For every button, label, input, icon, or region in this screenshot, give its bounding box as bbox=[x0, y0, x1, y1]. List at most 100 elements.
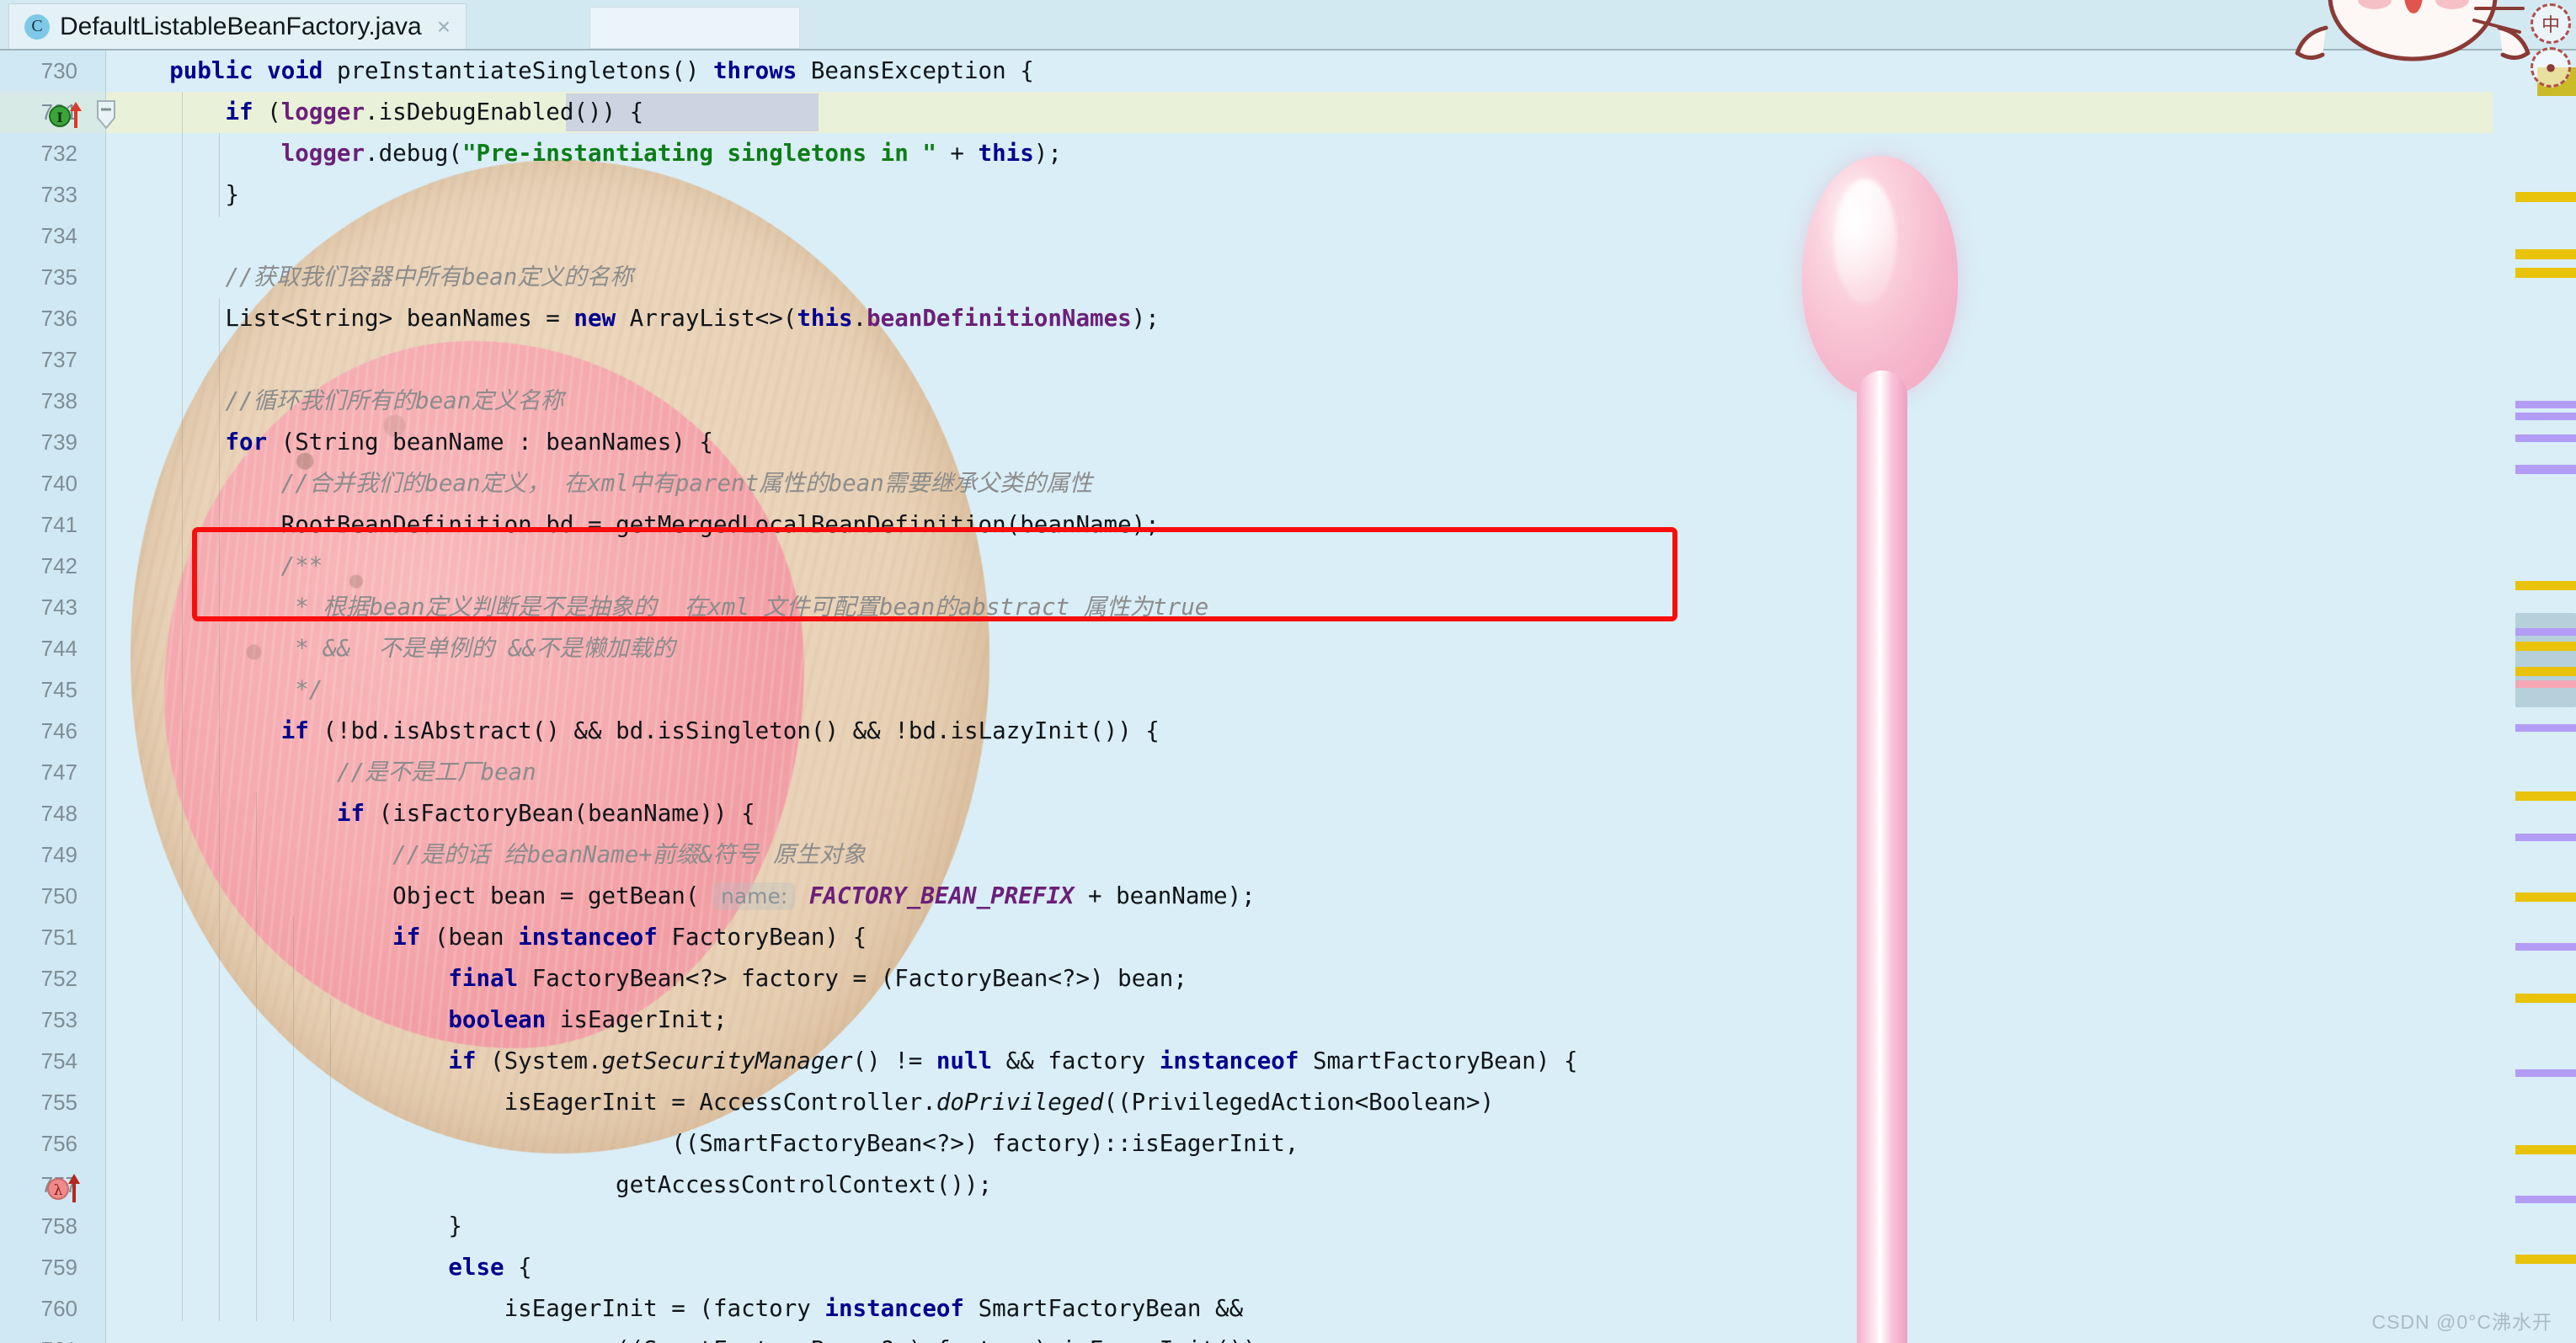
scrollbar-marker[interactable] bbox=[2515, 893, 2576, 902]
scrollbar-marker[interactable] bbox=[2515, 249, 2576, 259]
scrollbar-marker[interactable] bbox=[2515, 943, 2576, 951]
java-keyword: public bbox=[169, 57, 253, 84]
code-token: bd bbox=[546, 511, 574, 538]
code-line[interactable]: } bbox=[0, 1206, 2493, 1247]
code-line[interactable]: //是的话 给beanName+前缀&符号 原生对象 bbox=[0, 834, 2493, 876]
static-method: doPrivileged bbox=[936, 1089, 1104, 1116]
ime-mode-badge[interactable]: ● bbox=[2531, 47, 2571, 88]
code-line[interactable] bbox=[0, 339, 2493, 381]
scrollbar-marker[interactable] bbox=[2515, 434, 2576, 442]
code-token: AccessController bbox=[699, 1089, 923, 1116]
code-line[interactable]: } bbox=[0, 174, 2493, 216]
code-line[interactable]: for (String beanName : beanNames) { bbox=[0, 422, 2493, 463]
scrollbar-thumb[interactable] bbox=[2515, 613, 2576, 707]
code-fold-icon[interactable] bbox=[94, 99, 118, 131]
code-line[interactable]: final FactoryBean<?> factory = (FactoryB… bbox=[0, 958, 2493, 999]
code-line[interactable]: ((SmartFactoryBean<?>) factory).isEagerI… bbox=[0, 1330, 2493, 1343]
code-line[interactable]: List<String> beanNames = new ArrayList<>… bbox=[0, 298, 2493, 339]
code-token: FactoryBean bbox=[531, 965, 685, 992]
code-token: debug bbox=[378, 140, 449, 167]
scrollbar-marker[interactable] bbox=[2515, 791, 2576, 801]
editor-marker-scrollbar[interactable] bbox=[2492, 51, 2576, 1343]
code-line[interactable]: if (System.getSecurityManager() != null … bbox=[0, 1041, 2493, 1082]
scrollbar-marker[interactable] bbox=[2515, 1196, 2576, 1203]
scrollbar-marker[interactable] bbox=[2515, 834, 2576, 841]
code-line[interactable]: public void preInstantiateSingletons() t… bbox=[0, 51, 2493, 92]
scrollbar-marker[interactable] bbox=[2515, 994, 2576, 1003]
line-number: 739 bbox=[40, 429, 77, 455]
code-line[interactable]: if (bean instanceof FactoryBean) { bbox=[0, 917, 2493, 958]
code-line[interactable]: Object bean = getBean( name: FACTORY_BEA… bbox=[0, 876, 2493, 917]
code-line[interactable]: ((SmartFactoryBean<?>) factory)::isEager… bbox=[0, 1123, 2493, 1164]
code-line[interactable]: * 根据bean定义判断是不是抽象的 在xml 文件可配置bean的abstra… bbox=[0, 587, 2493, 628]
scrollbar-marker[interactable] bbox=[2515, 465, 2576, 474]
code-line-text: ((SmartFactoryBean<?>) factory)::isEager… bbox=[114, 1130, 1299, 1157]
code-comment: */ bbox=[114, 676, 323, 703]
implements-marker-icon[interactable]: I bbox=[49, 99, 88, 130]
line-number: 746 bbox=[40, 718, 77, 743]
code-token: String bbox=[295, 429, 379, 456]
code-line[interactable]: getAccessControlContext()); bbox=[0, 1164, 2493, 1206]
code-line[interactable]: */ bbox=[0, 669, 2493, 711]
tab-defaultlistablebeanfactory[interactable]: C DefaultListableBeanFactory.java × bbox=[8, 3, 467, 49]
close-icon[interactable]: × bbox=[437, 13, 451, 40]
line-number: 730 bbox=[40, 58, 77, 83]
code-line-text: boolean isEagerInit; bbox=[448, 1006, 728, 1033]
line-number: 751 bbox=[40, 925, 77, 950]
scrollbar-marker[interactable] bbox=[2515, 1145, 2576, 1154]
scrollbar-marker[interactable] bbox=[2515, 413, 2576, 420]
ime-language-badge[interactable]: 中 bbox=[2531, 3, 2571, 44]
code-line[interactable]: //是不是工厂bean bbox=[0, 752, 2493, 793]
code-line[interactable]: else { bbox=[0, 1247, 2493, 1288]
code-line[interactable]: //合并我们的bean定义， 在xml中有parent属性的bean需要继承父类… bbox=[0, 463, 2493, 504]
code-line-text: RootBeanDefinition bd = getMergedLocalBe… bbox=[280, 511, 1160, 538]
tab-label: DefaultListableBeanFactory.java bbox=[60, 12, 422, 40]
scrollbar-marker[interactable] bbox=[2515, 581, 2576, 590]
code-token: beanNames bbox=[406, 305, 532, 332]
svg-text:I: I bbox=[56, 109, 62, 125]
scrollbar-marker[interactable] bbox=[2515, 667, 2576, 676]
code-line[interactable]: isEagerInit = (factory instanceof SmartF… bbox=[0, 1288, 2493, 1330]
code-line[interactable]: * && 不是单例的 &&不是懒加载的 bbox=[0, 628, 2493, 669]
code-line[interactable]: logger.debug("Pre-instantiating singleto… bbox=[0, 133, 2493, 174]
scrollbar-marker[interactable] bbox=[2515, 642, 2576, 651]
code-line[interactable]: /** bbox=[0, 546, 2493, 587]
code-token: isLazyInit bbox=[950, 717, 1091, 744]
code-line[interactable] bbox=[0, 216, 2493, 257]
line-number: 758 bbox=[40, 1213, 77, 1239]
tab-placeholder[interactable] bbox=[589, 7, 800, 49]
code-line-text: getAccessControlContext()); bbox=[616, 1171, 993, 1198]
code-token: beanName bbox=[392, 429, 504, 456]
scrollbar-marker[interactable] bbox=[2515, 192, 2576, 202]
scrollbar-marker[interactable] bbox=[2515, 401, 2576, 408]
code-line[interactable]: boolean isEagerInit; bbox=[0, 999, 2493, 1041]
code-line[interactable]: //获取我们容器中所有bean定义的名称 bbox=[0, 257, 2493, 298]
line-number: 737 bbox=[40, 347, 77, 372]
code-comment: //是不是工厂bean bbox=[114, 759, 536, 786]
code-line[interactable]: if (!bd.isAbstract() && bd.isSingleton()… bbox=[0, 711, 2493, 752]
code-line[interactable]: RootBeanDefinition bd = getMergedLocalBe… bbox=[0, 504, 2493, 546]
code-line-text: if (System.getSecurityManager() != null … bbox=[448, 1047, 1578, 1074]
line-number: 733 bbox=[40, 182, 77, 207]
code-line-text: else { bbox=[448, 1254, 532, 1281]
java-keyword: if bbox=[280, 717, 309, 744]
java-keyword: if bbox=[225, 99, 253, 125]
code-line-text: List<String> beanNames = new ArrayList<>… bbox=[225, 305, 1160, 332]
code-editor[interactable]: I λ 730731732733734735736737738739740741… bbox=[0, 51, 2576, 1343]
code-token: isEagerInit bbox=[1131, 1130, 1285, 1157]
scrollbar-marker[interactable] bbox=[2515, 724, 2576, 732]
code-line[interactable]: //循环我们所有的bean定义名称 bbox=[0, 381, 2493, 422]
code-line-text: final FactoryBean<?> factory = (FactoryB… bbox=[448, 965, 1187, 992]
code-line[interactable]: if (isFactoryBean(beanName)) { bbox=[0, 793, 2493, 834]
line-number: 749 bbox=[40, 842, 77, 867]
scrollbar-marker[interactable] bbox=[2515, 1255, 2576, 1264]
line-number: 742 bbox=[40, 553, 77, 578]
code-line[interactable]: isEagerInit = AccessController.doPrivile… bbox=[0, 1082, 2493, 1123]
lambda-marker-icon[interactable]: λ bbox=[47, 1170, 86, 1204]
scrollbar-marker[interactable] bbox=[2515, 1069, 2576, 1077]
scrollbar-marker[interactable] bbox=[2515, 628, 2576, 636]
code-line-text: if (logger.isDebugEnabled()) { bbox=[225, 99, 644, 125]
line-number: 734 bbox=[40, 223, 77, 248]
scrollbar-marker[interactable] bbox=[2515, 268, 2576, 278]
scrollbar-marker[interactable] bbox=[2515, 680, 2576, 688]
